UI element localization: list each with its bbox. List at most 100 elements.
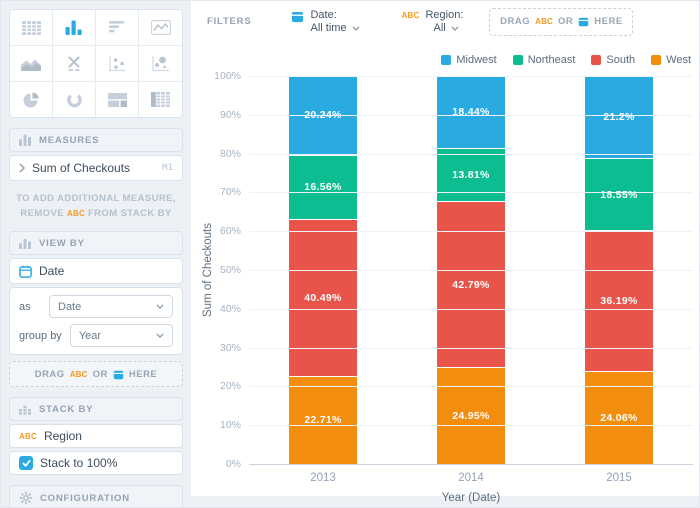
x-tick-label: 2013 [310, 472, 336, 484]
chart-type-bubble-icon[interactable] [139, 46, 182, 82]
group-by-label: group by [19, 329, 62, 342]
bar-segment-south[interactable]: 42.79% [437, 201, 505, 368]
stack-by-title: STACK BY [39, 403, 94, 415]
dropzone-here-text: HERE [594, 16, 623, 27]
plot-area: 20.24% 16.56% 40.49% 22.71% 18.44% 13.81% 42.7… [214, 70, 693, 470]
visualization-app: MEASURES Sum of Checkouts M1 TO ADD ADDI… [0, 0, 700, 508]
y-tick-label: 50% [219, 264, 241, 276]
bar-value-label: 40.49% [304, 291, 342, 304]
bar-segment-west[interactable]: 22.71% [289, 375, 357, 464]
legend-swatch [651, 55, 662, 65]
legend-item-northeast[interactable]: Northeast [512, 54, 575, 66]
legend-label: South [606, 54, 636, 66]
measures-title: MEASURES [39, 134, 100, 146]
legend-swatch [441, 55, 452, 65]
measure-item-label: Sum of Checkouts [32, 161, 131, 175]
legend-swatch [512, 55, 523, 65]
y-tick-label: 40% [219, 302, 241, 315]
chart-type-boxplot-icon[interactable] [53, 46, 96, 82]
chart-type-area-icon[interactable] [10, 46, 53, 82]
y-tick-label: 80% [219, 147, 241, 160]
bar-segment-south[interactable]: 40.49% [289, 218, 357, 376]
dropzone-or-text: OR [92, 368, 108, 380]
chart-type-donut-icon[interactable] [53, 82, 96, 117]
bar-segment-midwest[interactable]: 21.2% [585, 76, 653, 159]
measures-icon [19, 134, 32, 146]
stack-to-100-label: Stack to 100% [40, 456, 118, 470]
dropzone-drag-text: DRAG [500, 16, 531, 27]
configuration-header[interactable]: CONFIGURATION [9, 485, 183, 507]
chart-type-pivot-table-icon[interactable] [139, 82, 182, 117]
gridline [249, 347, 693, 349]
y-tick-label: 30% [219, 341, 241, 354]
gear-icon [19, 491, 33, 505]
bar-segment-south[interactable]: 36.19% [585, 230, 653, 371]
measure-badge: M1 [162, 163, 173, 173]
bar-segment-midwest[interactable]: 18.44% [437, 76, 505, 148]
sidebar: MEASURES Sum of Checkouts M1 TO ADD ADDI… [1, 1, 191, 507]
bar-value-label: 18.55% [600, 188, 638, 201]
bar-value-label: 21.2% [603, 111, 635, 124]
x-tick-label: 2015 [606, 472, 632, 484]
chart-type-bar-icon-active[interactable] [53, 10, 96, 46]
note-line1: TO ADD ADDITIONAL MEASURE, [16, 193, 176, 204]
bar-value-label: 18.44% [452, 105, 490, 118]
as-label: as [19, 300, 31, 313]
group-by-dropdown[interactable]: Year [69, 324, 173, 347]
bar-segment-northeast[interactable]: 16.56% [289, 154, 357, 219]
calendar-icon [291, 10, 304, 34]
gridline [249, 192, 693, 194]
chart-type-horizontal-bar-icon[interactable] [96, 10, 139, 46]
view-by-options: as Date group by Year [9, 287, 183, 355]
chevron-down-icon [156, 304, 164, 309]
x-label-slot: 2015 [545, 472, 693, 484]
view-by-field-label: Date [39, 264, 65, 278]
chart-type-scatter-icon[interactable] [96, 46, 139, 82]
view-by-field-row[interactable]: Date [9, 258, 183, 284]
gridline [249, 76, 693, 77]
region-filter[interactable]: ABC Region: All [402, 9, 464, 34]
y-tick-label: 70% [219, 186, 241, 199]
abc-icon: ABC [66, 209, 85, 218]
x-tick-label: 2014 [458, 472, 484, 484]
view-by-dropzone[interactable]: DRAG ABC OR HERE [9, 361, 183, 387]
legend-item-midwest[interactable]: Midwest [441, 54, 497, 66]
abc-icon: ABC [69, 369, 88, 379]
legend-item-west[interactable]: West [651, 54, 691, 66]
bar-value-label: 42.79% [452, 278, 490, 291]
as-dropdown[interactable]: Date [49, 295, 173, 318]
gridline [249, 386, 693, 388]
region-filter-value: All [433, 22, 446, 34]
chart-type-treemap-icon[interactable] [96, 82, 139, 117]
date-filter[interactable]: Date: All time [291, 9, 360, 34]
filters-bar: FILTERS Date: All time ABC Region: All D… [191, 1, 699, 43]
stack-by-icon [19, 403, 32, 415]
y-tick-label: 100% [214, 70, 241, 82]
calendar-icon [113, 369, 124, 380]
legend-item-south[interactable]: South [591, 54, 635, 66]
calendar-icon [19, 265, 32, 278]
chart-type-pie-icon[interactable] [10, 82, 53, 117]
bar-value-label: 36.19% [600, 294, 638, 307]
bar-segment-west[interactable]: 24.95% [437, 367, 505, 464]
chart-type-line-icon[interactable] [139, 10, 182, 46]
stack-by-field-row[interactable]: ABC Region [9, 424, 183, 448]
chart-type-table-icon[interactable] [10, 10, 53, 46]
measure-item-row[interactable]: Sum of Checkouts M1 [9, 155, 183, 181]
gridline [249, 425, 693, 427]
bar-segment-northeast[interactable]: 18.55% [585, 158, 653, 231]
date-filter-value: All time [310, 22, 347, 34]
stack-to-100-checkbox[interactable] [19, 456, 33, 470]
bar-value-label: 16.56% [304, 181, 342, 194]
filters-dropzone[interactable]: DRAG ABC OR HERE [489, 7, 634, 36]
date-filter-label: Date: [310, 9, 337, 21]
x-axis-title: Year (Date) [441, 492, 501, 504]
configuration-title: CONFIGURATION [40, 492, 130, 504]
as-dropdown-value: Date [58, 300, 82, 313]
abc-icon: ABC [535, 17, 554, 26]
chevron-down-icon [352, 26, 360, 31]
x-axis-line [249, 464, 693, 465]
gridline [249, 308, 693, 310]
note-line2-post: FROM STACK BY [87, 208, 172, 219]
bar-segment-west[interactable]: 24.06% [585, 370, 653, 464]
